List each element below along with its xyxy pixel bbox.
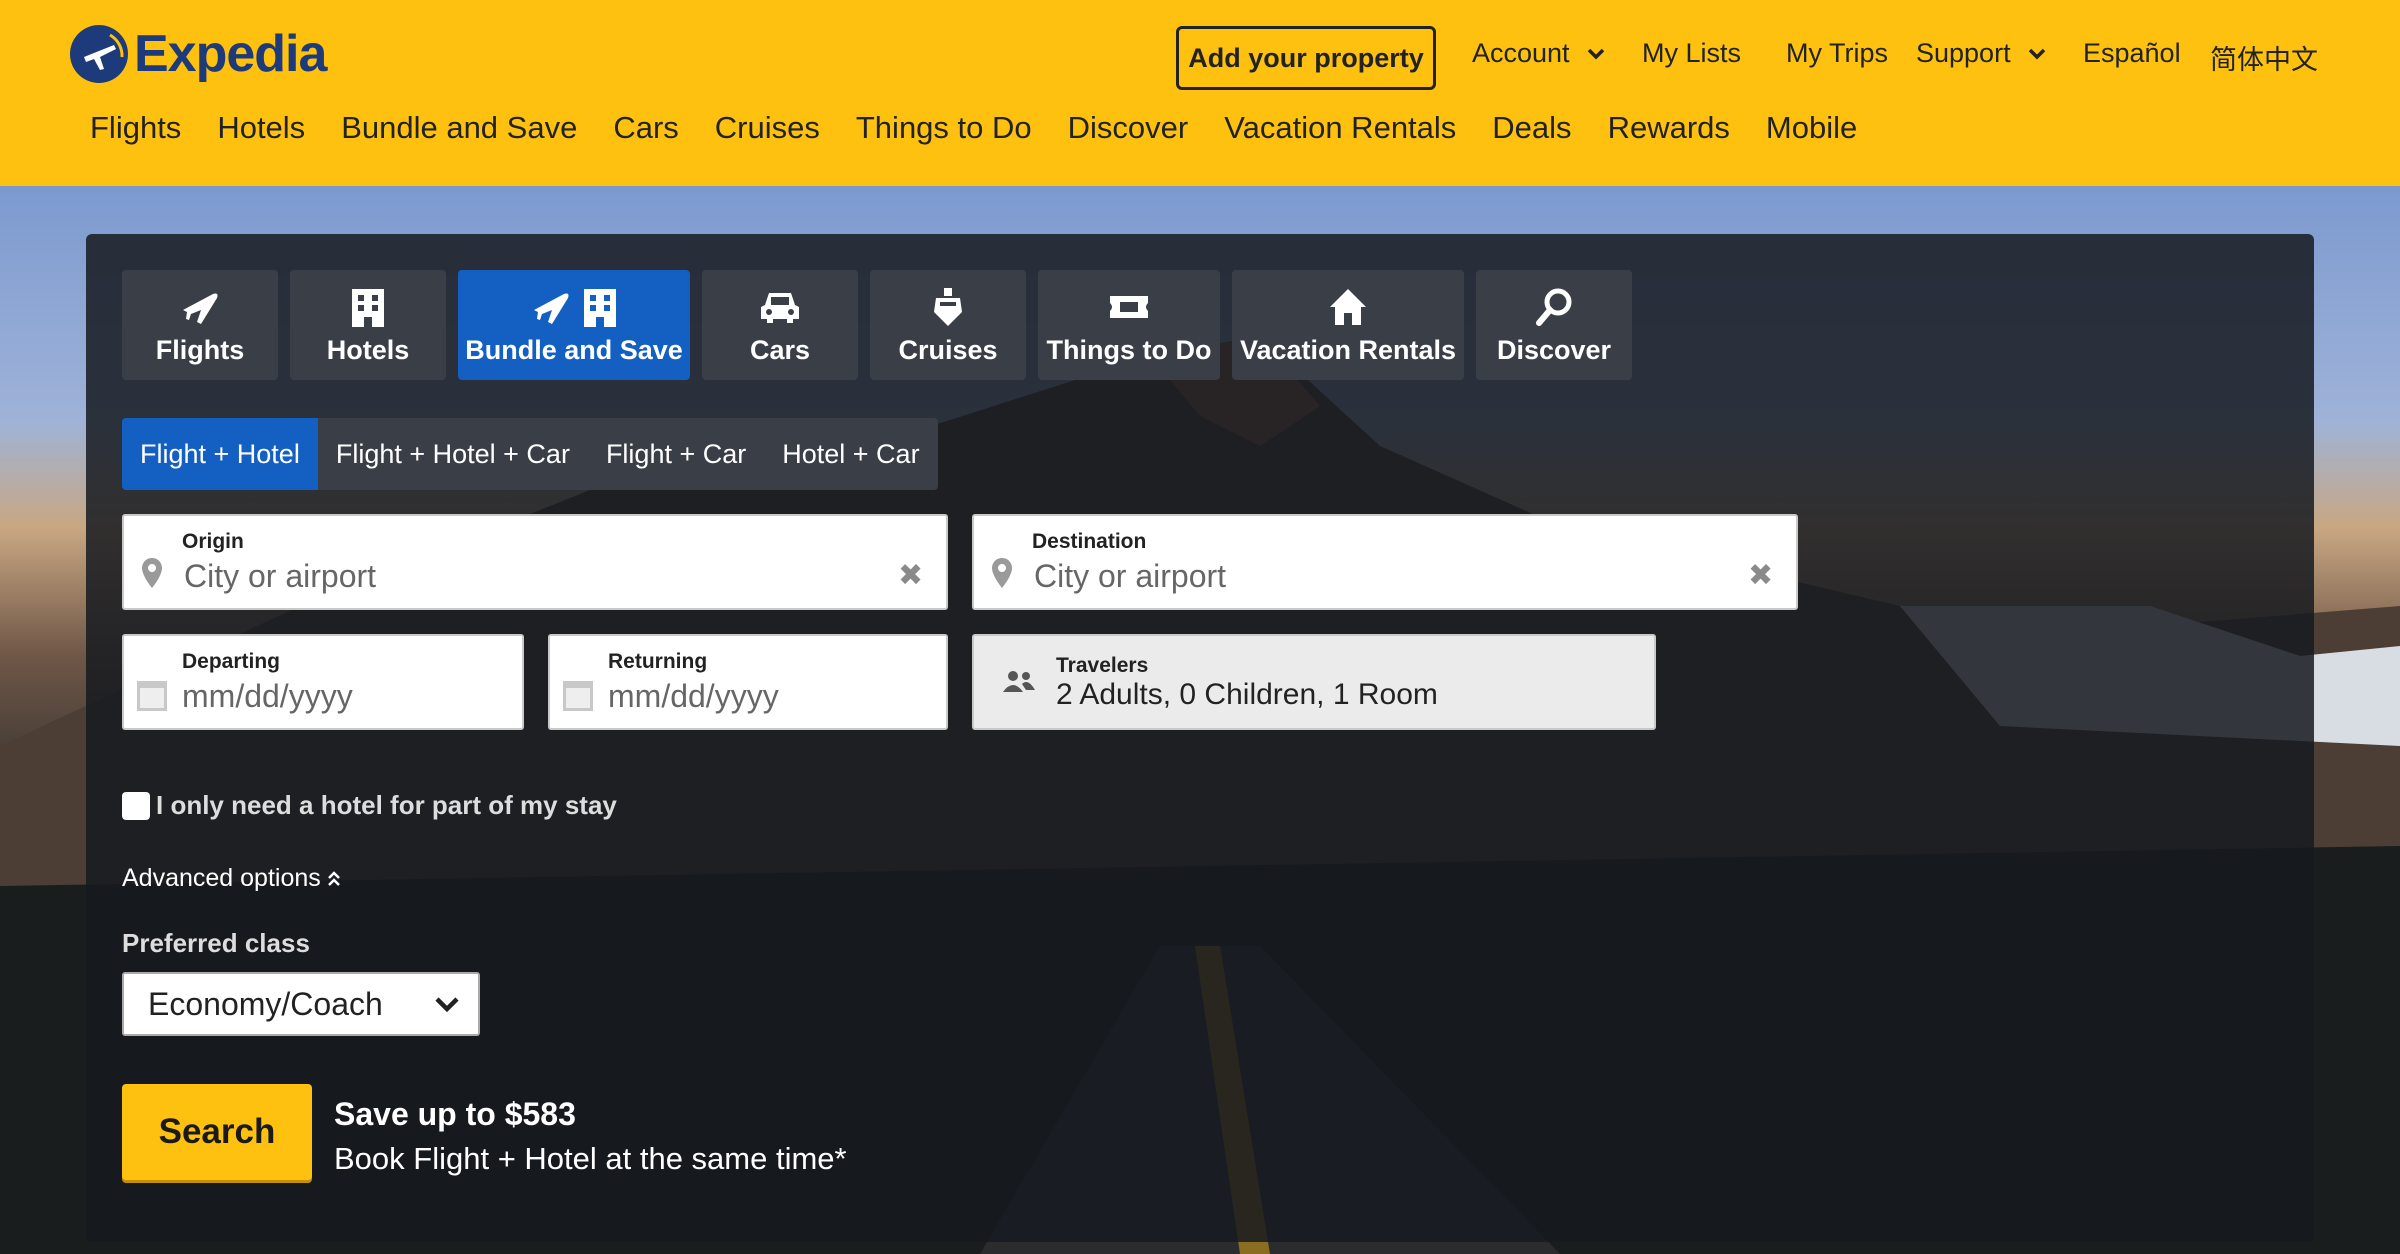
tab-label: Things to Do	[1046, 334, 1212, 365]
tab-label: Hotels	[326, 334, 410, 365]
site-header: Expedia Add your property Account My Lis…	[0, 0, 2400, 186]
nav-flights[interactable]: Flights	[90, 110, 181, 146]
travelers-field[interactable]: Travelers 2 Adults, 0 Children, 1 Room	[972, 634, 1656, 730]
partial-stay-label[interactable]: I only need a hotel for part of my stay	[156, 790, 617, 821]
nav-cars[interactable]: Cars	[613, 110, 678, 146]
car-icon	[759, 285, 801, 329]
search-button[interactable]: Search	[122, 1084, 312, 1180]
location-pin-icon	[992, 558, 1012, 588]
tab-label: Cruises	[898, 334, 998, 365]
tab-vacation-rentals[interactable]: Vacation Rentals	[1232, 270, 1464, 380]
advanced-options-label: Advanced options	[122, 864, 321, 892]
preferred-class-label: Preferred class	[122, 928, 310, 958]
nav-deals[interactable]: Deals	[1492, 110, 1571, 146]
ticket-icon	[1108, 285, 1150, 329]
calendar-icon	[563, 681, 593, 711]
nav-rewards[interactable]: Rewards	[1608, 110, 1730, 146]
chevron-down-icon	[2028, 48, 2045, 59]
espanol-link[interactable]: Español	[2083, 38, 2181, 69]
nav-discover[interactable]: Discover	[1068, 110, 1189, 146]
tab-label: Cars	[749, 334, 811, 365]
double-chevron-up-icon	[327, 870, 340, 886]
tab-things-to-do[interactable]: Things to Do	[1038, 270, 1220, 380]
returning-label: Returning	[608, 650, 708, 673]
ship-icon	[930, 285, 966, 329]
preferred-class-select[interactable]: Economy/Coach	[122, 972, 480, 1036]
nav-things-to-do[interactable]: Things to Do	[856, 110, 1032, 146]
logo-text: Expedia	[134, 25, 327, 83]
account-label: Account	[1472, 38, 1570, 68]
my-trips-link[interactable]: My Trips	[1786, 38, 1888, 69]
location-pin-icon	[142, 558, 162, 588]
main-nav: Flights Hotels Bundle and Save Cars Crui…	[90, 110, 1893, 146]
nav-hotels[interactable]: Hotels	[217, 110, 305, 146]
plane-hotel-icon	[530, 285, 618, 329]
destination-label: Destination	[1032, 530, 1147, 553]
returning-input[interactable]: mm/dd/yyyy	[608, 678, 779, 715]
subtab-flight-hotel-car[interactable]: Flight + Hotel + Car	[318, 418, 588, 490]
magnifier-icon	[1534, 285, 1574, 329]
advanced-options-toggle[interactable]: Advanced options	[122, 864, 341, 893]
destination-field[interactable]: Destination City or airport ✖	[972, 514, 1798, 610]
calendar-icon	[137, 681, 167, 711]
returning-field[interactable]: Returning mm/dd/yyyy	[548, 634, 948, 730]
tab-cars[interactable]: Cars	[702, 270, 858, 380]
hotel-icon	[350, 285, 386, 329]
preferred-class-value: Economy/Coach	[148, 985, 383, 1022]
my-lists-link[interactable]: My Lists	[1642, 38, 1741, 69]
nav-mobile[interactable]: Mobile	[1766, 110, 1857, 146]
nav-vacation-rentals[interactable]: Vacation Rentals	[1224, 110, 1456, 146]
nav-bundle-and-save[interactable]: Bundle and Save	[341, 110, 577, 146]
partial-stay-checkbox[interactable]	[122, 791, 150, 820]
bundle-subtabs: Flight + Hotel Flight + Hotel + Car Flig…	[122, 418, 938, 490]
add-property-button[interactable]: Add your property	[1176, 26, 1436, 90]
chevron-down-icon	[435, 997, 459, 1013]
clear-icon[interactable]: ✖	[898, 558, 923, 593]
support-menu[interactable]: Support	[1916, 38, 2047, 69]
promo-subtitle: Book Flight + Hotel at the same time*	[334, 1141, 847, 1176]
travelers-icon	[1003, 671, 1035, 692]
plane-icon	[179, 285, 221, 329]
tab-label: Discover	[1496, 334, 1612, 365]
nav-cruises[interactable]: Cruises	[715, 110, 820, 146]
tab-label: Vacation Rentals	[1239, 334, 1457, 365]
origin-label: Origin	[182, 530, 244, 553]
clear-icon[interactable]: ✖	[1748, 558, 1773, 593]
destination-input[interactable]: City or airport	[1034, 558, 1226, 595]
tab-bundle-and-save[interactable]: Bundle and Save	[458, 270, 690, 380]
chevron-down-icon	[1587, 48, 1604, 59]
travelers-value: 2 Adults, 0 Children, 1 Room	[1056, 678, 1438, 711]
departing-field[interactable]: Departing mm/dd/yyyy	[122, 634, 524, 730]
origin-field[interactable]: Origin City or airport ✖	[122, 514, 948, 610]
tab-label: Flights	[155, 334, 245, 365]
search-panel	[86, 234, 2314, 1242]
subtab-hotel-car[interactable]: Hotel + Car	[764, 418, 937, 490]
house-icon	[1328, 285, 1368, 329]
subtab-flight-hotel[interactable]: Flight + Hotel	[122, 418, 318, 490]
departing-input[interactable]: mm/dd/yyyy	[182, 678, 353, 715]
tab-label: Bundle and Save	[465, 334, 683, 365]
chinese-link[interactable]: 简体中文	[2210, 38, 2318, 77]
tab-hotels[interactable]: Hotels	[290, 270, 446, 380]
partial-stay-row[interactable]: I only need a hotel for part of my stay	[122, 790, 617, 821]
origin-input[interactable]: City or airport	[184, 558, 376, 595]
expedia-logo[interactable]: Expedia	[70, 24, 327, 84]
subtab-flight-car[interactable]: Flight + Car	[588, 418, 764, 490]
tab-cruises[interactable]: Cruises	[870, 270, 1026, 380]
account-menu[interactable]: Account	[1472, 38, 1606, 69]
departing-label: Departing	[182, 650, 281, 673]
travelers-label: Travelers	[1056, 654, 1149, 677]
promo-title: Save up to $583	[334, 1096, 576, 1132]
tab-flights[interactable]: Flights	[122, 270, 278, 380]
support-label: Support	[1916, 38, 2011, 68]
promo-text: Save up to $583 Book Flight + Hotel at t…	[334, 1096, 847, 1177]
tab-discover[interactable]: Discover	[1476, 270, 1632, 380]
globe-plane-icon	[70, 25, 128, 83]
